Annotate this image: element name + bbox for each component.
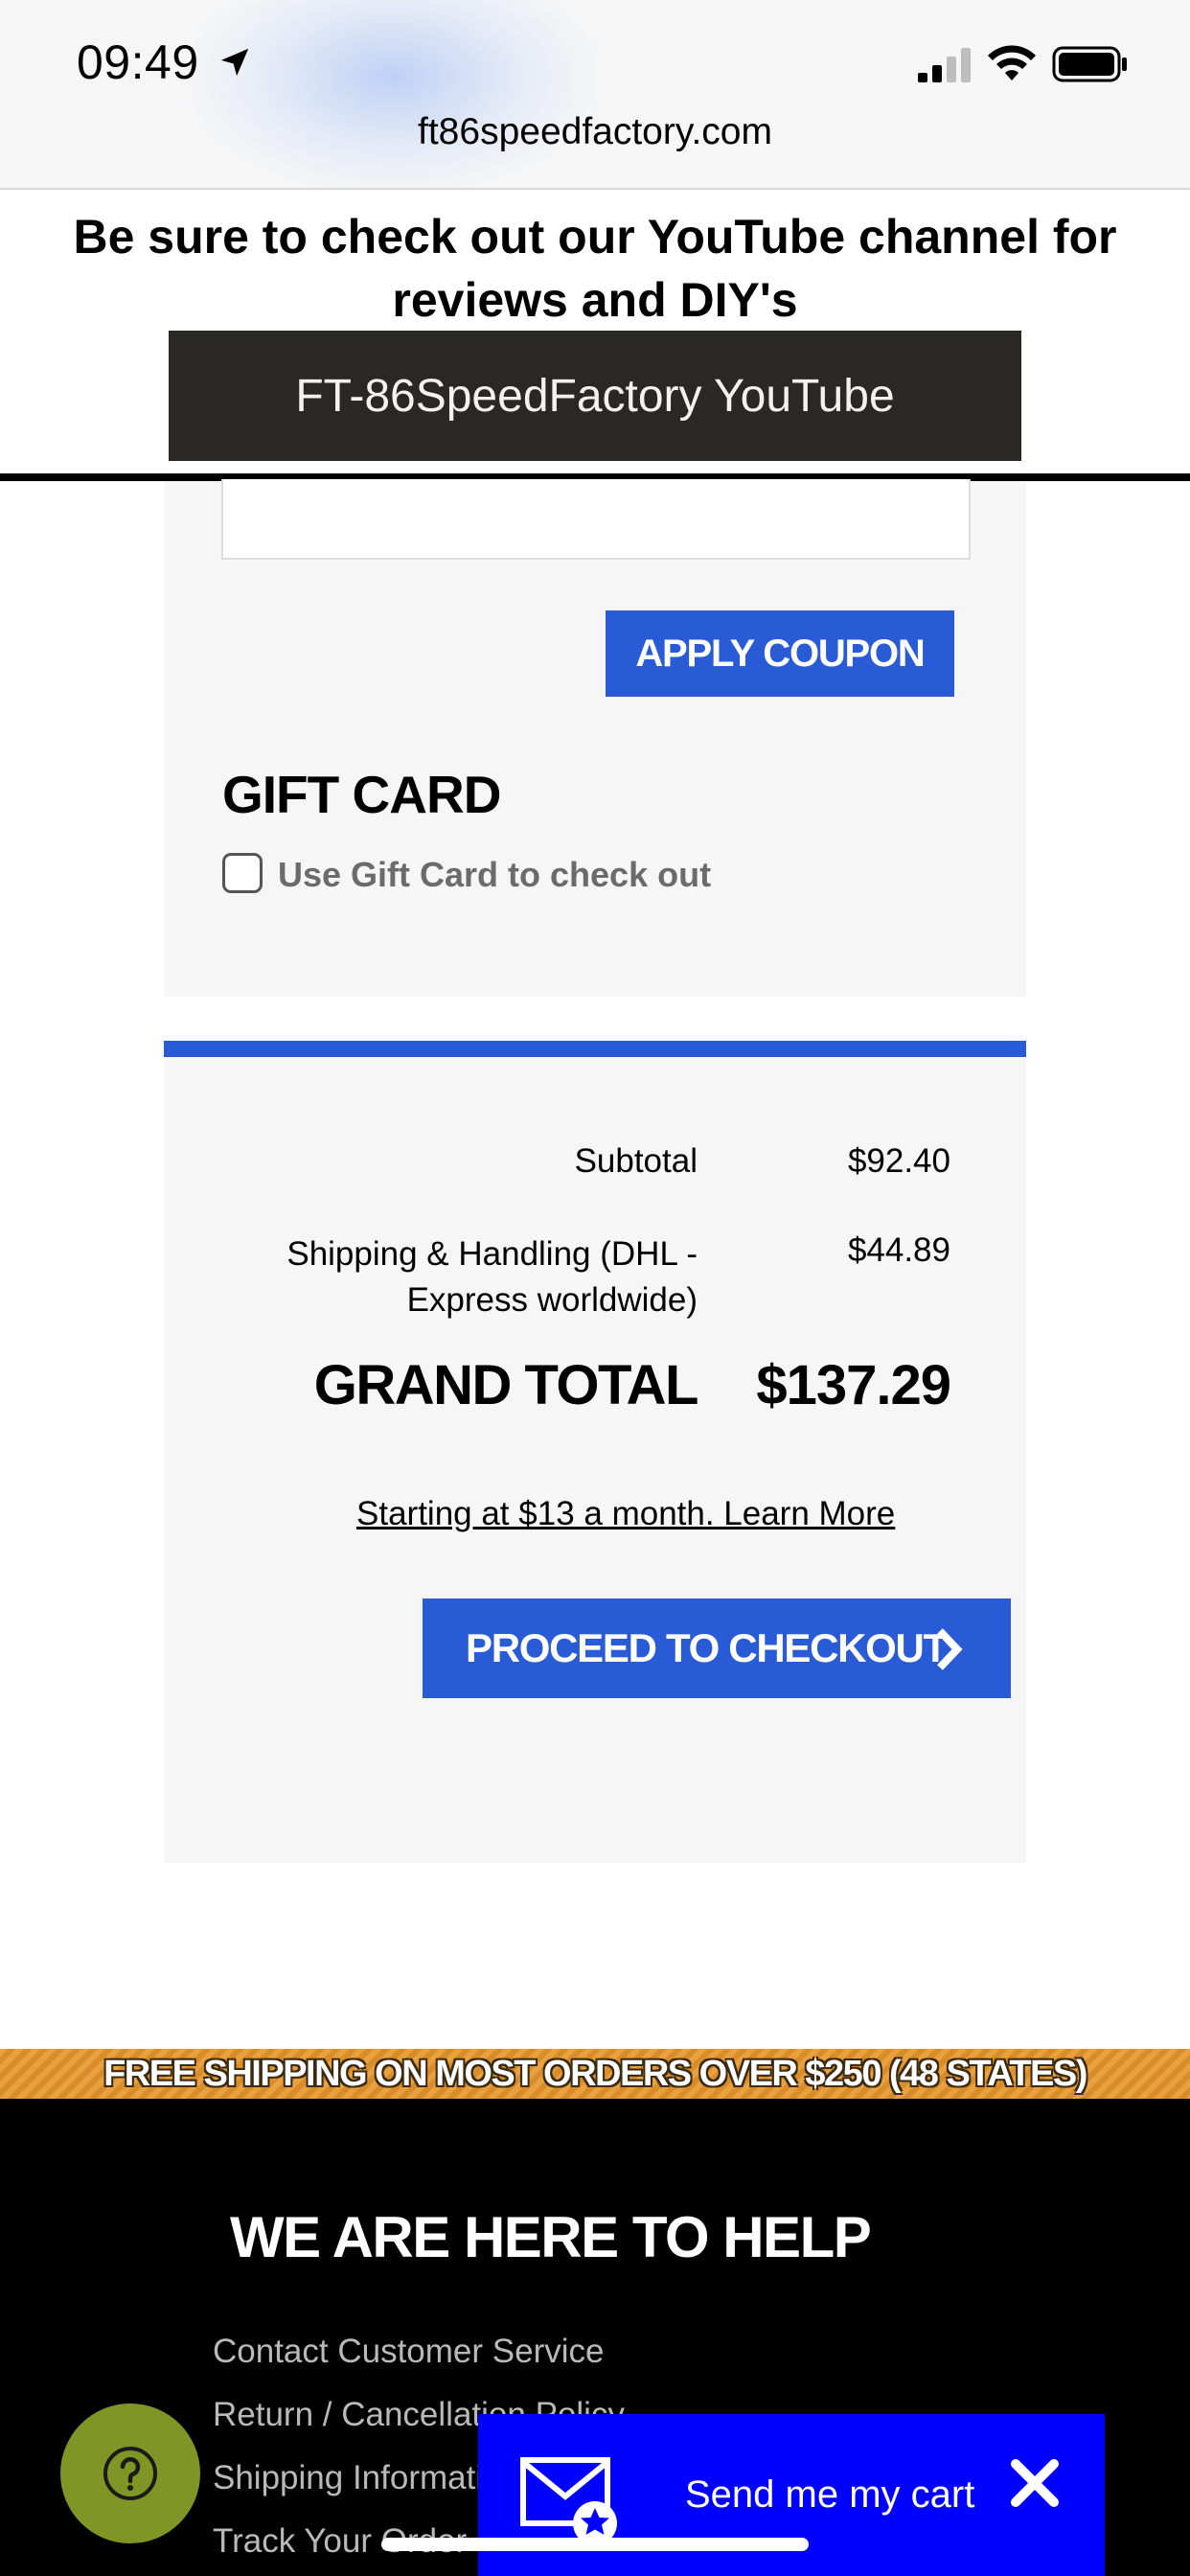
free-shipping-strip: FREE SHIPPING ON MOST ORDERS OVER $250 (…	[0, 2049, 1190, 2099]
gift-card-title: GIFT CARD	[222, 765, 501, 824]
shipping-value: $44.89	[847, 1231, 950, 1269]
help-chat-button[interactable]	[60, 2404, 200, 2543]
shipping-label: Shipping & Handling (DHL - Express world…	[286, 1235, 698, 1319]
status-bar-glow	[192, 0, 594, 188]
checkout-button-label: PROCEED TO CHECKOUT	[466, 1625, 948, 1670]
youtube-channel-button[interactable]: FT-86SpeedFactory YouTube	[169, 331, 1021, 461]
subtotal-label: Subtotal	[574, 1142, 698, 1180]
signal-icon	[918, 48, 971, 82]
close-icon[interactable]	[1008, 2456, 1062, 2510]
send-me-my-cart-widget[interactable]: Send me my cart	[478, 2414, 1105, 2576]
coupon-code-input[interactable]	[221, 479, 971, 560]
clock: 09:49	[77, 35, 199, 89]
url-bar[interactable]: ft86speedfactory.com	[0, 111, 1190, 153]
footer-link-shipping[interactable]: Shipping Information	[213, 2459, 520, 2497]
grand-total-label: GRAND TOTAL	[313, 1354, 699, 1416]
mail-star-icon	[520, 2457, 617, 2545]
battery-icon	[1052, 46, 1127, 82]
subtotal-value: $92.40	[847, 1142, 950, 1180]
apply-coupon-button[interactable]: APPLY COUPON	[606, 610, 954, 697]
location-arrow-icon	[220, 48, 249, 77]
send-cart-label: Send me my cart	[685, 2473, 975, 2516]
home-indicator[interactable]	[381, 2538, 809, 2551]
wifi-icon	[988, 45, 1036, 80]
gift-card-checkbox-label[interactable]: Use Gift Card to check out	[278, 855, 711, 895]
financing-learn-more-link[interactable]: Starting at $13 a month. Learn More	[356, 1495, 895, 1533]
grand-total-value: $137.29	[756, 1354, 951, 1416]
footer-help-title: WE ARE HERE TO HELP	[230, 2205, 872, 2269]
footer-link-contact[interactable]: Contact Customer Service	[213, 2333, 604, 2371]
proceed-to-checkout-button[interactable]: PROCEED TO CHECKOUT	[423, 1598, 1011, 1698]
question-icon	[103, 2447, 157, 2500]
browser-status-bar	[0, 0, 1190, 190]
chevron-right-icon	[937, 1628, 963, 1670]
gift-card-checkbox[interactable]	[222, 853, 263, 893]
banner-text: Be sure to check out our YouTube channel…	[73, 210, 1117, 327]
